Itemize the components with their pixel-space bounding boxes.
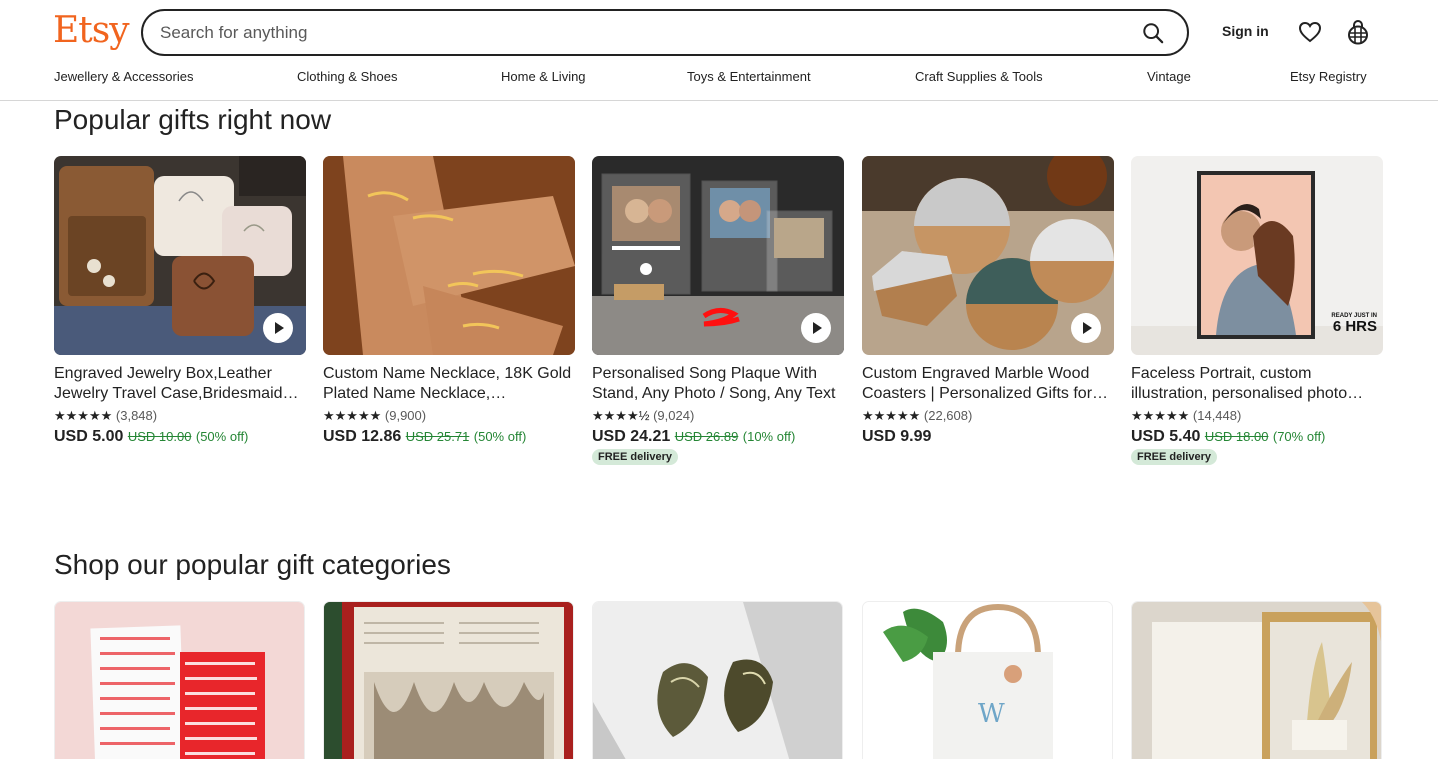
product-card[interactable]: READY JUST IN 6 HRS Faceless Portrait, c… [1131,156,1383,465]
star-rating: ★★★★★ [1131,408,1190,423]
sign-in-link[interactable]: Sign in [1222,23,1269,39]
nav-vintage[interactable]: Vintage [1147,69,1191,84]
nav-home-living[interactable]: Home & Living [501,69,586,84]
star-rating: ★★★★½ [592,408,650,423]
product-title[interactable]: Custom Name Necklace, 18K Gold Plated Na… [323,364,575,404]
original-price: USD 18.00 [1204,429,1269,444]
star-rating: ★★★★★ [323,408,382,423]
search-button[interactable] [1130,13,1176,53]
product-title[interactable]: Personalised Song Plaque With Stand, Any… [592,364,844,404]
sale-price: USD 9.99 [862,428,932,445]
nav-jewellery-accessories[interactable]: Jewellery & Accessories [54,69,193,84]
gift-category-card[interactable] [54,601,305,759]
category-image [324,602,573,759]
site-header: Etsy Sign in Jewellery & Accessories Clo… [0,0,1438,101]
product-price-row: USD 9.99 [862,427,1114,447]
category-image [593,602,842,759]
original-price: USD 10.00 [127,429,192,444]
free-delivery-badge: FREE delivery [592,449,678,465]
product-price-row: USD 12.86 USD 25.71 (50% off) [323,427,575,447]
product-title[interactable]: Faceless Portrait, custom illustration, … [1131,364,1383,404]
product-rating: ★★★★½ (9,024) [592,407,844,424]
sale-price: USD 5.00 [54,428,124,445]
nav-craft-supplies-tools[interactable]: Craft Supplies & Tools [915,69,1043,84]
product-price-row: USD 5.40 USD 18.00 (70% off) [1131,427,1383,447]
ready-badge-hours: 6 HRS [1332,318,1377,335]
original-price: USD 25.71 [405,429,470,444]
svg-text:W: W [978,699,1005,729]
product-card[interactable]: Custom Name Necklace, 18K Gold Plated Na… [323,156,575,447]
discount-percent: (50% off) [473,429,527,444]
product-card[interactable]: Custom Engraved Marble Wood Coasters | P… [862,156,1114,447]
gift-category-card[interactable] [323,601,574,759]
review-count: (22,608) [923,408,973,423]
gift-category-card[interactable] [1131,601,1382,759]
gift-category-card[interactable] [592,601,843,759]
product-image[interactable] [862,156,1114,355]
category-nav: Jewellery & Accessories Clothing & Shoes… [0,69,1438,87]
product-title[interactable]: Custom Engraved Marble Wood Coasters | P… [862,364,1114,404]
product-image[interactable]: READY JUST IN 6 HRS [1131,156,1383,355]
popular-gifts-heading: Popular gifts right now [54,104,332,135]
product-card[interactable]: Engraved Jewelry Box,Leather Jewelry Tra… [54,156,306,447]
sale-price: USD 5.40 [1131,428,1201,445]
discount-percent: (10% off) [742,429,796,444]
original-price: USD 26.89 [674,429,739,444]
product-rating: ★★★★★ (14,448) [1131,407,1383,424]
category-image: W [863,602,1112,759]
discount-percent: (50% off) [195,429,249,444]
product-rating: ★★★★★ (9,900) [323,407,575,424]
favorites-heart-icon[interactable] [1298,20,1322,44]
search-bar [141,9,1189,56]
search-input[interactable] [160,22,1130,43]
search-icon [1143,22,1164,43]
shopping-bag-icon[interactable] [1346,19,1370,45]
category-image [55,602,304,759]
product-image[interactable] [54,156,306,355]
review-count: (9,024) [653,408,695,423]
nav-toys-entertainment[interactable]: Toys & Entertainment [687,69,811,84]
play-video-button[interactable] [263,313,293,343]
gift-category-card[interactable]: W [862,601,1113,759]
product-image[interactable] [323,156,575,355]
category-image [1132,602,1381,759]
nav-etsy-registry[interactable]: Etsy Registry [1290,69,1367,84]
play-video-button[interactable] [801,313,831,343]
nav-clothing-shoes[interactable]: Clothing & Shoes [297,69,397,84]
product-card[interactable]: Personalised Song Plaque With Stand, Any… [592,156,844,465]
product-rating: ★★★★★ (22,608) [862,407,1114,424]
product-price-row: USD 24.21 USD 26.89 (10% off) [592,427,844,447]
free-delivery-badge: FREE delivery [1131,449,1217,465]
product-price-row: USD 5.00 USD 10.00 (50% off) [54,427,306,447]
product-title[interactable]: Engraved Jewelry Box,Leather Jewelry Tra… [54,364,306,404]
product-image[interactable] [592,156,844,355]
review-count: (9,900) [384,408,427,423]
star-rating: ★★★★★ [54,408,113,423]
sale-price: USD 12.86 [323,428,402,445]
ready-badge: READY JUST IN 6 HRS [1331,313,1377,334]
discount-percent: (70% off) [1272,429,1326,444]
play-video-button[interactable] [1071,313,1101,343]
gift-categories-heading: Shop our popular gift categories [54,549,451,580]
product-rating: ★★★★★ (3,848) [54,407,306,424]
review-count: (3,848) [115,408,158,423]
sale-price: USD 24.21 [592,428,671,445]
star-rating: ★★★★★ [862,408,921,423]
review-count: (14,448) [1192,408,1242,423]
etsy-logo[interactable]: Etsy [53,9,130,53]
